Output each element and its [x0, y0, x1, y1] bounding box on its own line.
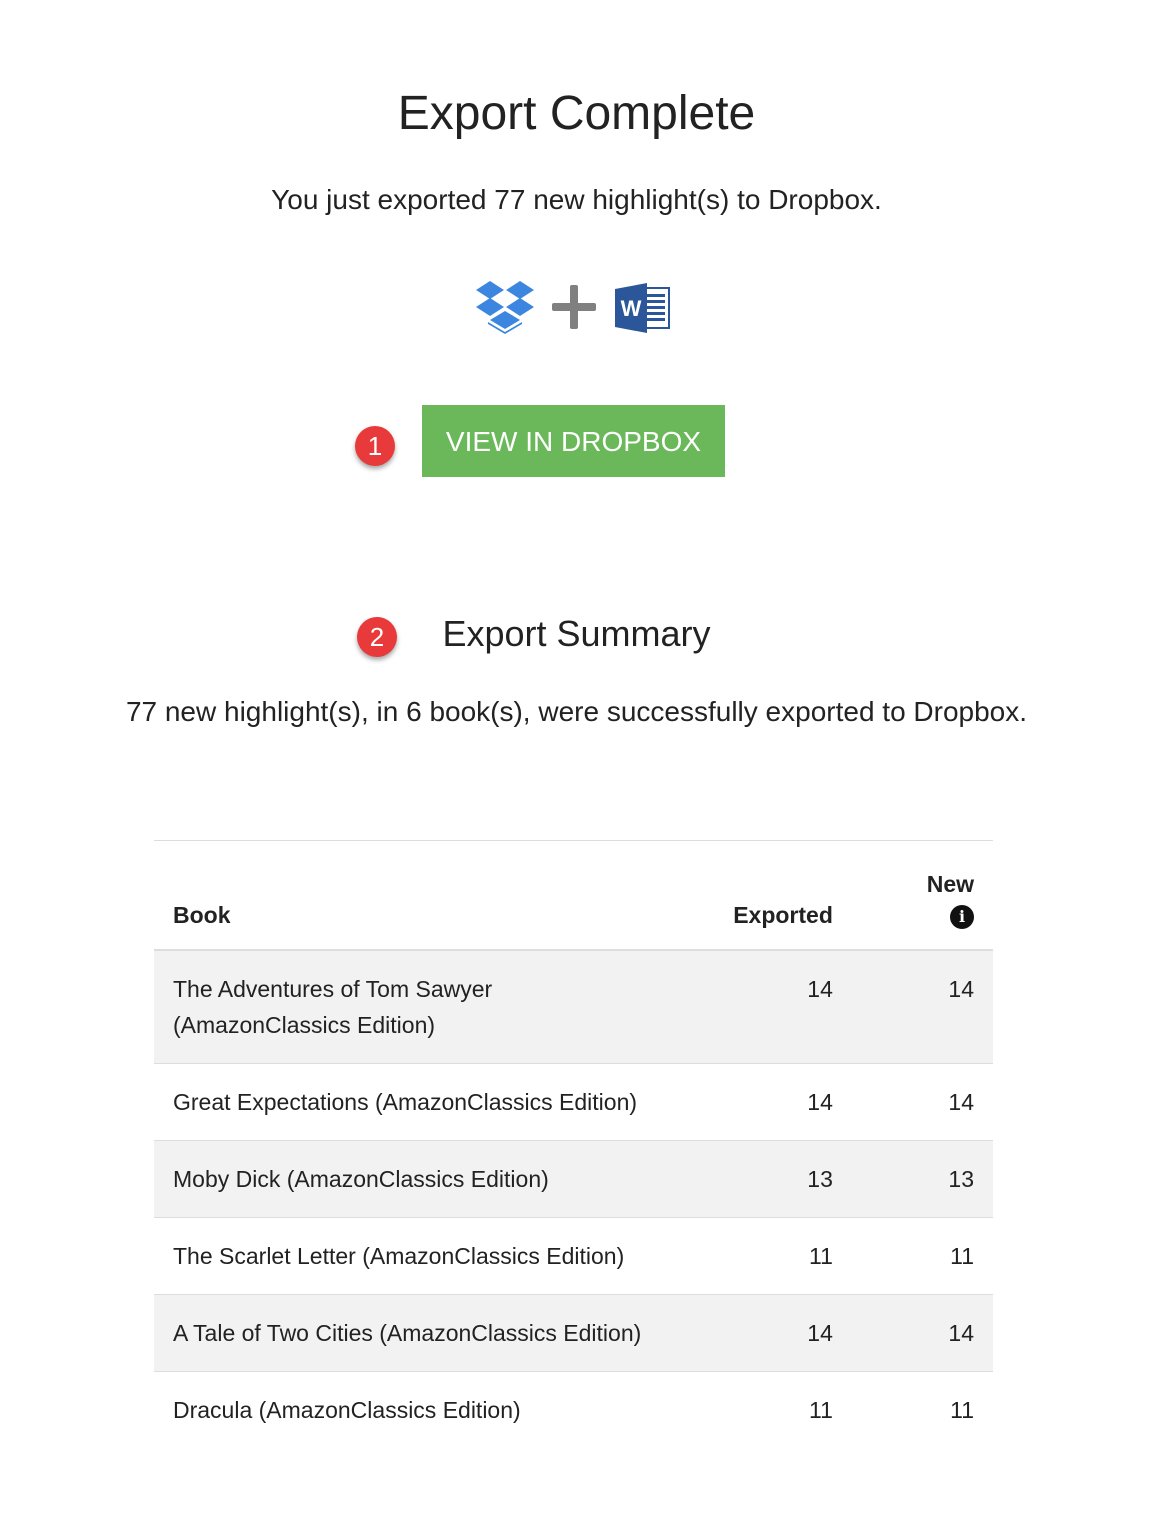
new-count-cell: 11: [851, 1217, 993, 1295]
book-title-cell: The Adventures of Tom Sawyer (AmazonClas…: [154, 949, 668, 1064]
column-header-new: New i: [851, 840, 993, 951]
exported-count-cell: 11: [667, 1217, 852, 1295]
word-icon: W: [615, 283, 670, 333]
book-title-cell: Great Expectations (AmazonClassics Editi…: [154, 1063, 668, 1141]
exported-count-cell: 13: [667, 1140, 852, 1218]
table-row: The Adventures of Tom Sawyer (AmazonClas…: [154, 949, 993, 1064]
book-title-cell: The Scarlet Letter (AmazonClassics Editi…: [154, 1217, 668, 1295]
dropbox-icon: [476, 281, 534, 334]
table-header-row: Book Exported New i: [154, 840, 993, 951]
exported-count-cell: 14: [667, 1294, 852, 1372]
new-count-cell: 14: [851, 949, 993, 1064]
book-title-cell: Moby Dick (AmazonClassics Edition): [154, 1140, 668, 1218]
exported-count-cell: 14: [667, 949, 852, 1064]
table-row: Great Expectations (AmazonClassics Editi…: [154, 1063, 993, 1141]
exported-count-cell: 11: [667, 1371, 852, 1448]
exported-count-cell: 14: [667, 1063, 852, 1141]
table-row: The Scarlet Letter (AmazonClassics Editi…: [154, 1217, 993, 1295]
new-count-cell: 14: [851, 1063, 993, 1141]
view-in-dropbox-button[interactable]: VIEW IN DROPBOX: [422, 405, 725, 477]
table-row: Dracula (AmazonClassics Edition) 11 11: [154, 1371, 993, 1448]
new-count-cell: 13: [851, 1140, 993, 1218]
integration-icons: W: [475, 280, 675, 336]
book-title-cell: Dracula (AmazonClassics Edition): [154, 1371, 668, 1448]
export-summary-table: Book Exported New i The Adventures of To…: [154, 840, 993, 1448]
table-row: A Tale of Two Cities (AmazonClassics Edi…: [154, 1294, 993, 1372]
export-subtitle: You just exported 77 new highlight(s) to…: [271, 184, 882, 215]
plus-icon: [552, 285, 596, 329]
info-icon[interactable]: i: [950, 905, 974, 929]
new-count-cell: 11: [851, 1371, 993, 1448]
summary-text: 77 new highlight(s), in 6 book(s), were …: [125, 696, 1028, 727]
svg-text:W: W: [621, 296, 642, 321]
new-count-cell: 14: [851, 1294, 993, 1372]
table-row: Moby Dick (AmazonClassics Edition) 13 13: [154, 1140, 993, 1218]
page-title: Export Complete: [397, 87, 756, 140]
column-header-new-label: New: [926, 871, 974, 897]
column-header-book: Book: [154, 840, 668, 951]
column-header-exported: Exported: [667, 840, 852, 951]
callout-badge-1: 1: [355, 426, 395, 466]
summary-title: Export Summary: [442, 613, 711, 654]
book-title-cell: A Tale of Two Cities (AmazonClassics Edi…: [154, 1294, 668, 1372]
